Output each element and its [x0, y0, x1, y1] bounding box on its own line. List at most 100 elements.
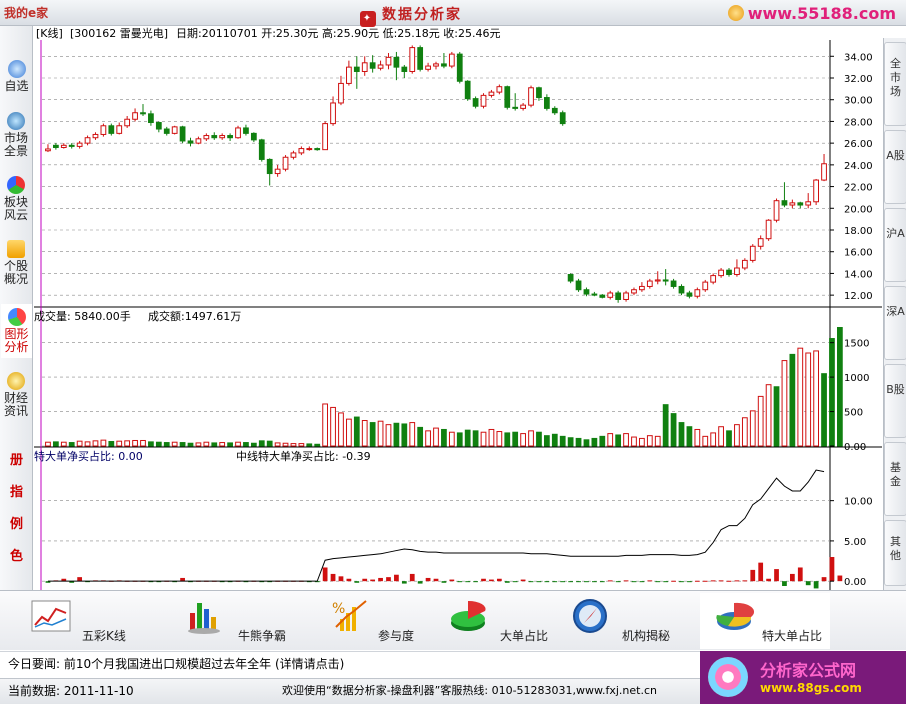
candle-body — [274, 168, 281, 175]
candle-body — [140, 112, 146, 115]
nav-item-favorites[interactable]: 自选 — [1, 60, 32, 93]
indicator-bar — [710, 580, 716, 582]
volume-bar — [543, 435, 550, 447]
volume-bar — [314, 443, 321, 447]
indicator-bar — [766, 578, 771, 582]
tick-label: 22.00 — [844, 183, 873, 194]
tick-label: 26.00 — [844, 139, 873, 150]
candle-body — [773, 200, 780, 221]
indicator-bar — [401, 581, 407, 584]
indicator-bar — [750, 569, 756, 582]
volume-bar — [203, 441, 210, 447]
candle-body — [76, 142, 83, 147]
indicator-bar — [694, 580, 700, 582]
volume-bar — [504, 432, 511, 447]
tool-label: 机构揭秘 — [622, 629, 671, 643]
volume-bar — [282, 442, 289, 447]
nav-item-manual[interactable]: 册 — [1, 454, 32, 467]
volume-bar — [361, 420, 368, 447]
candle-body — [298, 148, 305, 154]
volume-bar — [623, 433, 629, 447]
candle-body — [456, 53, 463, 82]
nav-item-stock-overview[interactable]: 个股概况 — [1, 240, 31, 286]
indicator-bar — [504, 581, 510, 583]
volume-bar — [353, 416, 360, 447]
tab-fund[interactable]: 基金 — [884, 442, 906, 516]
volume-bar — [322, 403, 329, 447]
tick-label: 30.00 — [844, 96, 873, 107]
candle-body — [290, 152, 297, 158]
brand-logo[interactable]: 我的e家 — [4, 4, 48, 21]
indicator-bar — [592, 581, 597, 583]
volume-bar — [829, 338, 835, 447]
ad-banner[interactable]: 分析家公式网 www.88gs.com — [700, 651, 906, 704]
candle-body — [789, 202, 796, 206]
tool-super-big-order[interactable]: 特大单占比 — [700, 593, 830, 649]
candle-body — [187, 140, 194, 144]
site-link[interactable]: www.55188.com — [727, 4, 896, 23]
candle-body — [749, 245, 756, 261]
tab-b-share[interactable]: B股 — [884, 364, 906, 438]
indicator-bar — [655, 581, 661, 583]
tab-sh-a[interactable]: 沪A — [884, 208, 906, 282]
stock-chart[interactable]: 12.00 14.00 16.00 18.00 20.00 22.00 24.00 26.00… — [34, 26, 882, 590]
bull-bear-icon — [188, 603, 220, 634]
indicator-bar — [813, 581, 819, 589]
volume-bar — [448, 431, 455, 447]
nav-item-index[interactable]: 指 — [1, 486, 32, 499]
candle-body — [385, 56, 392, 66]
tool-label: 特大单占比 — [762, 629, 823, 643]
nav-item-label: 板块风云 — [3, 195, 28, 222]
tab-a-share[interactable]: A股 — [884, 130, 906, 204]
tab-all-market[interactable]: 全市场 — [884, 42, 906, 126]
volume-bar — [274, 442, 281, 447]
nav-item-finance-news[interactable]: 财经资讯 — [1, 372, 31, 418]
nav-item-chart-analysis[interactable]: 图形分析 — [1, 304, 32, 358]
tool-colorful-kline[interactable]: 五彩K线 — [30, 593, 150, 649]
candle-body — [211, 135, 218, 139]
tool-bull-bear[interactable]: 牛熊争霸 — [184, 593, 304, 649]
nav-item-sectors[interactable]: 板块风云 — [1, 176, 31, 222]
nav-item-market[interactable]: 市场全景 — [1, 112, 31, 158]
candle-body — [60, 144, 67, 148]
volume-bar — [757, 395, 764, 447]
chart-area[interactable]: 12.00 14.00 16.00 18.00 20.00 22.00 24.00 26.00… — [34, 26, 882, 590]
tool-participation[interactable]: % 参与度 — [330, 593, 450, 649]
indicator-bar — [663, 581, 669, 583]
volume-bar — [211, 442, 218, 447]
volume-bar — [480, 431, 487, 447]
nav-item-color[interactable]: 色 — [1, 550, 32, 563]
candle-body — [718, 269, 724, 277]
volume-bar — [116, 440, 123, 447]
tool-big-order[interactable]: 大单占比 — [448, 593, 568, 649]
candle-body — [528, 87, 534, 106]
candle-body — [132, 112, 138, 120]
nav-item-example[interactable]: 例 — [1, 518, 32, 531]
volume-bar — [639, 437, 645, 447]
candle-body — [155, 122, 162, 130]
indicator-bar — [702, 580, 708, 582]
tool-label: 五彩K线 — [82, 629, 126, 643]
candle-body — [623, 292, 629, 300]
tab-other[interactable]: 其他 — [884, 520, 906, 586]
indicator-bar — [77, 577, 83, 582]
tab-sz-a[interactable]: 深A — [884, 286, 906, 360]
indicator-bar — [473, 581, 478, 583]
news-ticker[interactable]: 今日要闻: 前10个月我国进出口规模超过去年全年 (详情请点击) — [0, 651, 700, 677]
volume-bar — [559, 435, 566, 447]
tool-institution[interactable]: 机构揭秘 — [570, 593, 700, 649]
candle-body — [599, 294, 606, 298]
volume-bar — [789, 353, 796, 447]
indicator-bar — [726, 580, 732, 582]
volume-bar — [654, 435, 661, 447]
volume-bar — [599, 435, 606, 447]
volume-label: 成交量: 5840.00手 — [34, 309, 131, 323]
indicator-bar — [441, 581, 447, 583]
volume-bar — [591, 437, 598, 447]
right-nav: 全市场 A股 沪A 深A B股 基金 其他 — [883, 38, 906, 590]
candle-body — [472, 98, 479, 107]
nav-item-label: 个股概况 — [3, 259, 28, 286]
tab-label: 基金 — [890, 461, 901, 488]
candle-body — [353, 66, 360, 72]
big-order-icon — [451, 600, 486, 631]
